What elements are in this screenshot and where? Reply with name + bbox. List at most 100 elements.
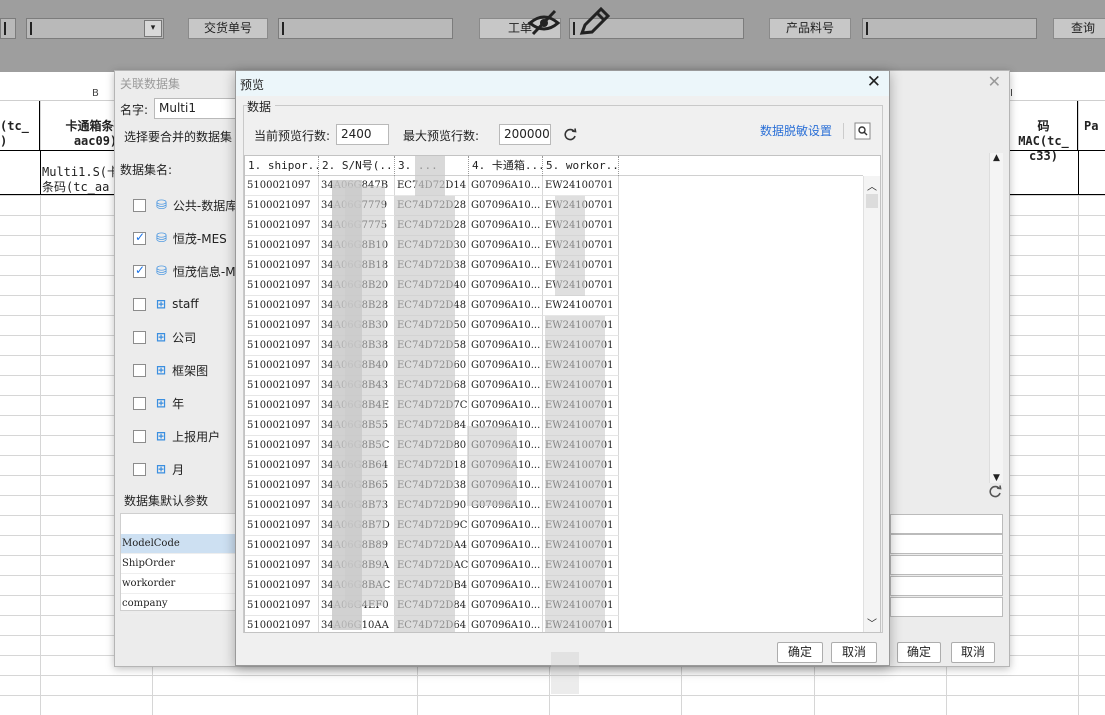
- table-cell: 5100021097: [245, 376, 319, 396]
- eye-hidden-icon[interactable]: [527, 8, 561, 36]
- delivery-no-input[interactable]: [278, 18, 453, 39]
- formula-cell[interactable]: Multi1.S(卡 条码(tc_aa: [42, 165, 122, 195]
- table-cell: 5100021097: [245, 356, 319, 376]
- table-icon: ⊞: [156, 429, 167, 443]
- param-values: [890, 534, 1003, 618]
- dataset-item[interactable]: ⊞ staff: [133, 293, 199, 315]
- table-icon: ⊞: [156, 330, 167, 344]
- preview-dialog: 预览 ✕ 数据 当前预览行数: 2400 最大预览行数: 200000 数据脱敏…: [235, 70, 890, 666]
- table-cell: G07096A10...: [469, 236, 543, 256]
- dataset-item[interactable]: ⛁恒茂信息-MES: [133, 260, 251, 282]
- params-list[interactable]: ModelCode ShipOrder workorder company: [120, 513, 244, 614]
- table-cell: 5100021097: [245, 536, 319, 556]
- dataset-checkbox[interactable]: [133, 429, 146, 443]
- dataset-item[interactable]: ⊞ 上报用户: [133, 425, 220, 447]
- dataset-item[interactable]: ⛁ 恒茂-MES: [133, 227, 227, 249]
- table-cell: 5100021097: [245, 296, 319, 316]
- table-cell: 5100021097: [245, 336, 319, 356]
- dataset-item[interactable]: ⛁ 公共-数据库: [133, 194, 237, 216]
- dropdown-input[interactable]: ▾: [26, 18, 164, 39]
- dataset-checkbox[interactable]: [133, 330, 146, 344]
- column-header[interactable]: 5. workor...: [543, 156, 619, 176]
- param-value-cell[interactable]: [890, 534, 1003, 554]
- sheet-header-cell[interactable]: Pa: [1078, 101, 1105, 151]
- product-no-input[interactable]: [862, 18, 1037, 39]
- table-cell: 5100021097: [245, 576, 319, 596]
- param-item[interactable]: workorder: [121, 574, 243, 594]
- dataset-item[interactable]: ⊞ 年: [133, 392, 184, 414]
- table-cell: 5100021097: [245, 236, 319, 256]
- ok-button[interactable]: 确定: [897, 642, 941, 663]
- scroll-down-icon[interactable]: ▼: [990, 473, 1003, 483]
- table-cell: G07096A10...: [469, 296, 543, 316]
- table-icon: ⊞: [156, 297, 167, 311]
- param-value-cell[interactable]: [890, 555, 1003, 575]
- param-value-cell[interactable]: [890, 576, 1003, 596]
- table-cell: G07096A10...: [469, 216, 543, 236]
- dataset-label: 公司: [172, 330, 197, 345]
- dataset-item[interactable]: ⊞ 月: [133, 458, 184, 480]
- sheet-header-cell[interactable]: (tc_ ): [0, 101, 40, 151]
- name-input[interactable]: Multi1: [154, 98, 238, 119]
- dialog-title: 关联数据集: [120, 77, 181, 91]
- dataset-checkbox[interactable]: [133, 263, 146, 278]
- refresh-icon[interactable]: [563, 128, 577, 142]
- close-icon[interactable]: ✕: [867, 72, 881, 92]
- ok-button[interactable]: 确定: [777, 642, 823, 663]
- sheet-header-cell[interactable]: 码MAC(tc_ c33): [1010, 101, 1078, 163]
- leading-input[interactable]: [0, 18, 16, 39]
- table-cell: G07096A10...: [469, 576, 543, 596]
- dataset-checkbox[interactable]: [133, 230, 146, 245]
- table-cell: 5100021097: [245, 476, 319, 496]
- dataset-item[interactable]: ⊞ 框架图: [133, 359, 208, 381]
- max-rows-input[interactable]: 200000: [499, 124, 551, 145]
- cancel-button[interactable]: 取消: [831, 642, 877, 663]
- dataset-label: 框架图: [172, 363, 209, 378]
- table-cell: 5100021097: [245, 556, 319, 576]
- dataset-item[interactable]: ⊞ 公司: [133, 326, 196, 348]
- scroll-up-icon[interactable]: ︿: [864, 178, 880, 193]
- choose-datasets-label: 选择要合并的数据集: [124, 130, 233, 144]
- vertical-scrollbar[interactable]: ▲ ▼: [989, 153, 1003, 483]
- dataset-checkbox[interactable]: [133, 363, 146, 377]
- refresh-icon[interactable]: [988, 485, 1003, 502]
- column-letter-i: I: [1010, 88, 1013, 99]
- scrollbar-thumb[interactable]: [866, 194, 878, 208]
- param-item[interactable]: ModelCode: [121, 534, 243, 554]
- pencil-icon[interactable]: [577, 6, 611, 38]
- column-header[interactable]: 1. shipor...: [245, 156, 319, 176]
- param-item[interactable]: company: [121, 594, 243, 614]
- table-cell: 5100021097: [245, 436, 319, 456]
- column-header[interactable]: 2. S/N号(...: [319, 156, 395, 176]
- desensitize-settings-link[interactable]: 数据脱敏设置: [760, 122, 832, 139]
- dialog-title: 预览: [240, 78, 265, 92]
- current-rows-input[interactable]: 2400: [336, 124, 389, 145]
- dataset-checkbox[interactable]: [133, 198, 146, 212]
- param-value-cell[interactable]: [890, 597, 1003, 617]
- database-icon: ⛁: [156, 197, 167, 213]
- cancel-button[interactable]: 取消: [951, 642, 995, 663]
- dropdown-arrow-icon[interactable]: ▾: [144, 20, 162, 37]
- dataset-checkbox[interactable]: [133, 297, 146, 311]
- table-cell: 5100021097: [245, 316, 319, 336]
- preview-doc-icon[interactable]: [853, 122, 873, 140]
- close-icon[interactable]: ✕: [988, 72, 1001, 91]
- dataset-checkbox[interactable]: [133, 462, 146, 476]
- table-cell: 5100021097: [245, 456, 319, 476]
- column-header[interactable]: 4. 卡通箱...: [469, 156, 543, 176]
- table-cell: G07096A10...: [469, 176, 543, 196]
- param-value-cell[interactable]: [890, 514, 1003, 534]
- table-cell: G07096A10...: [469, 556, 543, 576]
- param-item[interactable]: ShipOrder: [121, 554, 243, 574]
- table-vertical-scrollbar[interactable]: ︿ ﹀: [863, 176, 880, 632]
- params-label: 数据集默认参数: [124, 494, 209, 508]
- table-cell: 5100021097: [245, 196, 319, 216]
- table-cell: 5100021097: [245, 176, 319, 196]
- scroll-down-icon[interactable]: ﹀: [864, 615, 880, 630]
- dataset-checkbox[interactable]: [133, 396, 146, 410]
- table-cell: 5100021097: [245, 396, 319, 416]
- scroll-up-icon[interactable]: ▲: [990, 153, 1003, 163]
- query-button[interactable]: 查询: [1053, 18, 1105, 39]
- table-cell: G07096A10...: [469, 196, 543, 216]
- preview-table: 1. shipor...2. S/N号(...3. ...4. 卡通箱...5.…: [244, 155, 881, 633]
